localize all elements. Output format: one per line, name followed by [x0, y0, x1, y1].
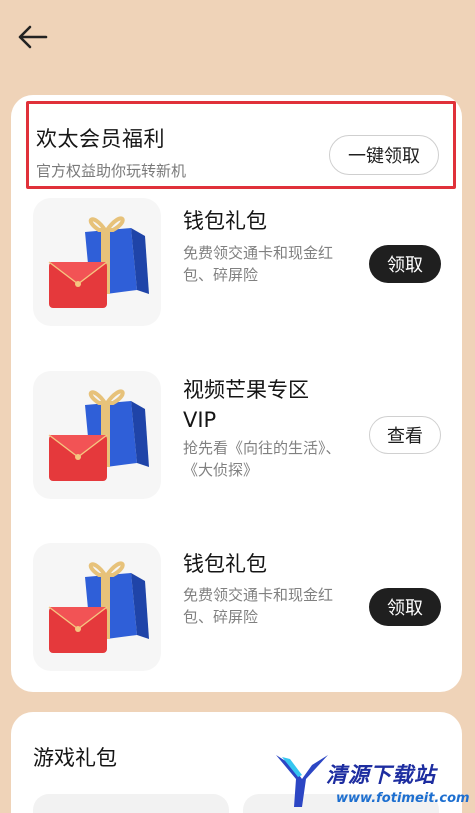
benefit-item-wallet[interactable]: 钱包礼包 免费领交通卡和现金红包、碎屏险 领取: [11, 198, 462, 330]
watermark-name: 清源下载站: [326, 763, 436, 787]
gift-box-icon: [33, 371, 161, 499]
game-gift-tile[interactable]: [33, 794, 229, 813]
benefit-item-wallet[interactable]: 钱包礼包 免费领交通卡和现金红包、碎屏险 领取: [11, 543, 462, 675]
watermark-url: www.fotimeit.com: [336, 791, 470, 806]
item-title: 钱包礼包: [183, 552, 267, 576]
benefits-title: 欢太会员福利: [36, 127, 165, 151]
top-bar: [0, 0, 475, 80]
member-benefits-card: 欢太会员福利 官方权益助你玩转新机 一键领取 钱包礼包 免费领交通卡和现金红包、…: [11, 95, 462, 692]
claim-button[interactable]: 领取: [369, 245, 441, 283]
benefits-subtitle: 官方权益助你玩转新机: [36, 162, 187, 180]
item-description: 抢先看《向往的生活》、《大侦探》: [183, 439, 341, 479]
watermark: 清源下载站 www.fotimeit.com: [270, 745, 470, 813]
item-description: 免费领交通卡和现金红包、碎屏险: [183, 244, 334, 284]
item-description: 免费领交通卡和现金红包、碎屏险: [183, 586, 334, 626]
claim-button[interactable]: 领取: [369, 588, 441, 626]
claim-all-button[interactable]: 一键领取: [329, 135, 439, 175]
benefit-item-mango-vip[interactable]: 视频芒果专区VIP 抢先看《向往的生活》、《大侦探》 查看: [11, 371, 462, 503]
gift-box-icon: [33, 543, 161, 671]
item-title: 视频芒果专区VIP: [183, 378, 309, 432]
gift-box-icon: [33, 198, 161, 326]
view-button[interactable]: 查看: [369, 416, 441, 454]
item-title: 钱包礼包: [183, 209, 267, 233]
watermark-logo-icon: [276, 755, 328, 807]
benefits-header: 欢太会员福利 官方权益助你玩转新机 一键领取: [26, 101, 456, 189]
game-gifts-title: 游戏礼包: [33, 746, 117, 770]
back-button[interactable]: [16, 22, 50, 52]
arrow-left-icon: [18, 25, 48, 49]
